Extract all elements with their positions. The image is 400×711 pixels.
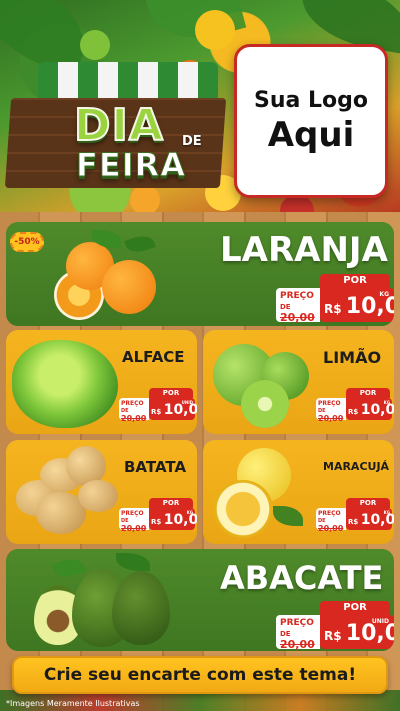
leaf-icon bbox=[51, 554, 87, 582]
old-price: DE 20,00 bbox=[121, 518, 147, 533]
unit-label: KG bbox=[383, 510, 390, 515]
old-price-value: 20,00 bbox=[280, 638, 315, 651]
old-price: DE 20,00 bbox=[280, 630, 316, 651]
passion-fruit-half-icon bbox=[213, 480, 273, 538]
de-label: DE bbox=[280, 303, 291, 311]
new-price-box: R$ 10,00 KG bbox=[320, 288, 394, 322]
por-label: POR bbox=[320, 601, 390, 615]
old-price-value: 20,00 bbox=[280, 311, 315, 324]
leaf-icon bbox=[116, 553, 150, 571]
new-price-box: R$ 10,00 KG bbox=[346, 508, 394, 530]
old-price-value: 20,00 bbox=[121, 524, 147, 533]
por-label: POR bbox=[346, 388, 390, 398]
por-label: POR bbox=[320, 274, 390, 288]
currency: R$ bbox=[348, 518, 359, 526]
por-label: POR bbox=[149, 388, 193, 398]
product-card-abacate[interactable]: ABACATE POR PREÇO DE 20,00 R$ 10,00 UNID bbox=[6, 549, 394, 651]
orange-icon bbox=[102, 260, 156, 314]
new-price-box: R$ 10,00 UNID bbox=[320, 615, 394, 649]
potato-icon bbox=[78, 480, 118, 512]
old-price-box: PREÇO DE 20,00 bbox=[276, 288, 320, 324]
new-price-box: R$ 10,00 KG bbox=[149, 508, 197, 530]
old-price-box: PREÇO DE 20,00 bbox=[316, 398, 346, 423]
product-card-batata[interactable]: BATATA POR PREÇO DE 20,00 R$ 10,00 KG bbox=[6, 440, 197, 544]
product-card-laranja[interactable]: LARANJA POR PREÇO DE 20,00 R$ 10,00 KG bbox=[6, 222, 394, 326]
product-card-limao[interactable]: LIMÃO POR PREÇO DE 20,00 R$ 10,00 KG bbox=[203, 330, 394, 434]
product-name-abacate: ABACATE bbox=[220, 559, 384, 597]
currency: R$ bbox=[151, 518, 162, 526]
currency: R$ bbox=[151, 408, 162, 416]
preco-label: PREÇO bbox=[280, 291, 314, 301]
old-price-box: PREÇO DE 20,00 bbox=[276, 615, 320, 651]
leaf-icon bbox=[273, 506, 303, 526]
cta-banner[interactable]: Crie seu encarte com este tema! bbox=[12, 656, 388, 694]
old-price-value: 20,00 bbox=[318, 414, 344, 423]
title-dia: DIA bbox=[73, 99, 164, 152]
product-name-alface: ALFACE bbox=[122, 348, 185, 366]
discount-badge: -50% bbox=[10, 232, 44, 252]
logo-text-line2: Aqui bbox=[267, 114, 355, 155]
product-card-maracuja[interactable]: MARACUJÁ POR PREÇO DE 20,00 R$ 10,00 KG bbox=[203, 440, 394, 544]
old-price-value: 20,00 bbox=[121, 414, 147, 423]
product-card-alface[interactable]: ALFACE POR PREÇO DE 20,00 R$ 10,00 UNID bbox=[6, 330, 197, 434]
title-feira: FEIRA bbox=[75, 146, 187, 185]
product-name-maracuja: MARACUJÁ bbox=[323, 460, 390, 473]
currency: R$ bbox=[324, 302, 342, 316]
lime-slice-icon bbox=[241, 380, 289, 428]
preco-label: PREÇO bbox=[121, 400, 144, 407]
lettuce-icon bbox=[12, 340, 118, 428]
new-price-box: R$ 10,00 KG bbox=[346, 398, 394, 420]
header-banner: DIA DE FEIRA Sua Logo Aqui bbox=[0, 0, 400, 212]
product-name-batata: BATATA bbox=[124, 458, 187, 476]
preco-label: PREÇO bbox=[280, 618, 314, 628]
old-price-box: PREÇO DE 20,00 bbox=[316, 508, 346, 533]
old-price-box: PREÇO DE 20,00 bbox=[119, 398, 149, 423]
fruit-icon bbox=[130, 185, 160, 212]
old-price: DE 20,00 bbox=[318, 518, 344, 533]
por-label: POR bbox=[149, 498, 193, 508]
old-price: DE 20,00 bbox=[280, 303, 316, 324]
footnote: *Imagens Meramente Ilustrativas bbox=[6, 699, 140, 708]
new-price-box: R$ 10,00 UNID bbox=[149, 398, 197, 420]
apple-icon bbox=[80, 30, 110, 60]
avocado-icon bbox=[112, 571, 170, 645]
old-price-box: PREÇO DE 20,00 bbox=[119, 508, 149, 533]
unit-label: UNID bbox=[181, 400, 193, 405]
preco-label: PREÇO bbox=[121, 510, 144, 517]
preco-label: PREÇO bbox=[318, 510, 341, 517]
preco-label: PREÇO bbox=[318, 400, 341, 407]
product-name-limao: LIMÃO bbox=[323, 348, 382, 367]
old-price-value: 20,00 bbox=[318, 524, 344, 533]
logo-placeholder[interactable]: Sua Logo Aqui bbox=[234, 44, 388, 198]
pepper-icon bbox=[195, 10, 235, 50]
old-price: DE 20,00 bbox=[121, 408, 147, 423]
awning-decoration bbox=[38, 62, 218, 112]
leaf-icon bbox=[124, 231, 156, 257]
por-label: POR bbox=[346, 498, 390, 508]
de-label: DE bbox=[280, 630, 291, 638]
currency: R$ bbox=[324, 629, 342, 643]
logo-text-line1: Sua Logo bbox=[253, 87, 368, 113]
unit-label: UNID bbox=[371, 618, 389, 625]
unit-label: KG bbox=[383, 400, 390, 405]
old-price: DE 20,00 bbox=[318, 408, 344, 423]
unit-label: KG bbox=[186, 510, 193, 515]
unit-label: KG bbox=[379, 291, 389, 298]
currency: R$ bbox=[348, 408, 359, 416]
product-name-laranja: LARANJA bbox=[220, 230, 388, 270]
